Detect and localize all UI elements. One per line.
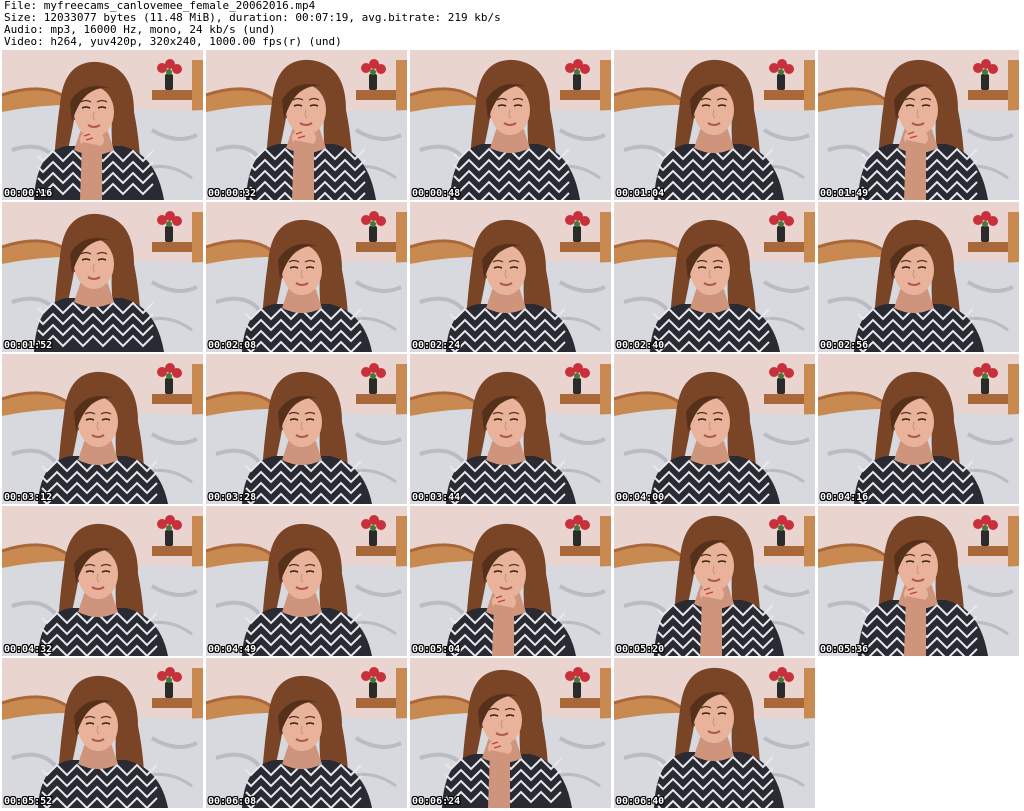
frame-scene-image bbox=[818, 202, 1019, 352]
frame-scene-image bbox=[614, 354, 815, 504]
video-frame-thumbnail: 00:00:32 bbox=[206, 50, 407, 200]
video-frame-thumbnail: 00:06:40 bbox=[614, 658, 815, 808]
frame-timestamp: 00:04:49 bbox=[208, 644, 257, 655]
frame-scene-image bbox=[818, 50, 1019, 200]
video-frame-thumbnail: 00:01:04 bbox=[614, 50, 815, 200]
video-info-line: Video: h264, yuv420p, 320x240, 1000.00 f… bbox=[4, 35, 342, 48]
frame-timestamp: 00:00:48 bbox=[412, 188, 461, 199]
frame-scene-image bbox=[614, 202, 815, 352]
video-frame-thumbnail: 00:04:49 bbox=[206, 506, 407, 656]
frame-timestamp: 00:02:40 bbox=[616, 340, 665, 351]
frame-scene-image bbox=[2, 354, 203, 504]
frame-timestamp: 00:06:08 bbox=[208, 796, 257, 807]
video-frame-thumbnail: 00:02:08 bbox=[206, 202, 407, 352]
video-frame-thumbnail: 00:04:16 bbox=[818, 354, 1019, 504]
frame-scene-image bbox=[206, 506, 407, 656]
frame-timestamp: 00:01:52 bbox=[4, 340, 53, 351]
frame-timestamp: 00:06:40 bbox=[616, 796, 665, 807]
video-frame-thumbnail: 00:06:24 bbox=[410, 658, 611, 808]
video-frame-thumbnail: 00:06:08 bbox=[206, 658, 407, 808]
video-frame-thumbnail: 00:04:32 bbox=[2, 506, 203, 656]
video-frame-thumbnail: 00:02:40 bbox=[614, 202, 815, 352]
frame-scene-image bbox=[818, 506, 1019, 656]
video-frame-thumbnail: 00:05:20 bbox=[614, 506, 815, 656]
frame-timestamp: 00:05:36 bbox=[820, 644, 869, 655]
frame-scene-image bbox=[410, 658, 611, 808]
video-frame-thumbnail: 00:03:12 bbox=[2, 354, 203, 504]
video-frame-thumbnail: 00:05:52 bbox=[2, 658, 203, 808]
file-info-header: File: myfreecams_canlovemee_female_20062… bbox=[4, 0, 1020, 48]
frame-timestamp: 00:04:00 bbox=[616, 492, 665, 503]
video-frame-thumbnail: 00:00:16 bbox=[2, 50, 203, 200]
frame-timestamp: 00:00:16 bbox=[4, 188, 53, 199]
frame-timestamp: 00:04:32 bbox=[4, 644, 53, 655]
frame-timestamp: 00:05:20 bbox=[616, 644, 665, 655]
frame-scene-image bbox=[206, 658, 407, 808]
frame-timestamp: 00:05:04 bbox=[412, 644, 461, 655]
frame-scene-image bbox=[614, 658, 815, 808]
frame-scene-image bbox=[206, 202, 407, 352]
frame-scene-image bbox=[2, 202, 203, 352]
frame-timestamp: 00:01:49 bbox=[820, 188, 869, 199]
frame-scene-image bbox=[410, 506, 611, 656]
frame-timestamp: 00:01:04 bbox=[616, 188, 665, 199]
video-frame-thumbnail: 00:03:28 bbox=[206, 354, 407, 504]
video-frame-thumbnail: 00:05:36 bbox=[818, 506, 1019, 656]
video-frame-thumbnail: 00:01:52 bbox=[2, 202, 203, 352]
frame-scene-image bbox=[410, 354, 611, 504]
frame-timestamp: 00:02:08 bbox=[208, 340, 257, 351]
frame-scene-image bbox=[614, 506, 815, 656]
frame-scene-image bbox=[410, 50, 611, 200]
frame-scene-image bbox=[2, 658, 203, 808]
frame-scene-image bbox=[206, 50, 407, 200]
frame-scene-image bbox=[410, 202, 611, 352]
frame-scene-image bbox=[614, 50, 815, 200]
video-frame-thumbnail: 00:02:24 bbox=[410, 202, 611, 352]
frame-timestamp: 00:00:32 bbox=[208, 188, 257, 199]
video-frame-thumbnail: 00:02:56 bbox=[818, 202, 1019, 352]
video-frame-thumbnail: 00:05:04 bbox=[410, 506, 611, 656]
video-frame-thumbnail: 00:00:48 bbox=[410, 50, 611, 200]
frame-timestamp: 00:03:28 bbox=[208, 492, 257, 503]
thumbnail-grid: 00:00:16 00:00:32 00:00:48 00:01:04 00:01:49… bbox=[2, 50, 1022, 810]
frame-scene-image bbox=[2, 506, 203, 656]
frame-timestamp: 00:03:12 bbox=[4, 492, 53, 503]
frame-scene-image bbox=[818, 354, 1019, 504]
frame-scene-image bbox=[206, 354, 407, 504]
frame-timestamp: 00:04:16 bbox=[820, 492, 869, 503]
frame-scene-image bbox=[2, 50, 203, 200]
frame-timestamp: 00:02:56 bbox=[820, 340, 869, 351]
video-frame-thumbnail: 00:03:44 bbox=[410, 354, 611, 504]
frame-timestamp: 00:06:24 bbox=[412, 796, 461, 807]
video-frame-thumbnail: 00:01:49 bbox=[818, 50, 1019, 200]
frame-timestamp: 00:05:52 bbox=[4, 796, 53, 807]
frame-timestamp: 00:02:24 bbox=[412, 340, 461, 351]
video-frame-thumbnail: 00:04:00 bbox=[614, 354, 815, 504]
frame-timestamp: 00:03:44 bbox=[412, 492, 461, 503]
